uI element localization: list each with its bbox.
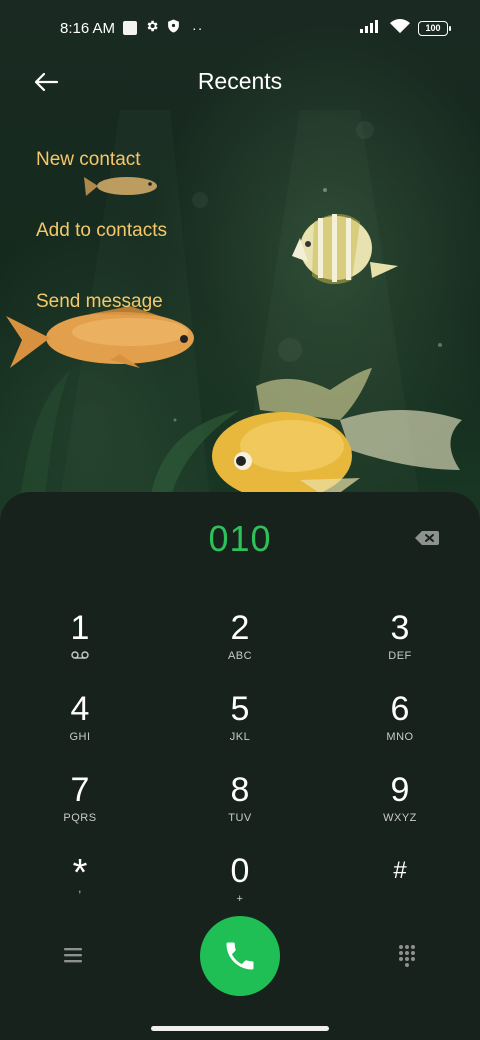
battery-level: 100 bbox=[425, 23, 441, 33]
gear-icon bbox=[145, 19, 159, 37]
dialer-bottom-bar bbox=[0, 914, 480, 996]
key-2[interactable]: 2 ABC bbox=[180, 608, 300, 684]
key-3[interactable]: 3 DEF bbox=[340, 608, 460, 684]
key-digit: 0 bbox=[230, 852, 250, 890]
menu-button[interactable] bbox=[58, 940, 88, 970]
key-digit: # bbox=[393, 857, 407, 884]
key-letters: MNO bbox=[386, 731, 414, 743]
key-digit: 4 bbox=[70, 690, 90, 728]
battery-icon: 100 bbox=[418, 20, 451, 36]
key-letters: TUV bbox=[228, 812, 252, 824]
send-message-link[interactable]: Send message bbox=[36, 288, 167, 359]
notification-square-icon bbox=[123, 21, 138, 35]
key-digit: 8 bbox=[230, 771, 250, 809]
phone-icon bbox=[226, 942, 254, 970]
key-digit: 6 bbox=[390, 690, 410, 728]
key-digit: 1 bbox=[70, 609, 90, 647]
key-4[interactable]: 4 GHI bbox=[20, 689, 140, 765]
hamburger-menu-icon bbox=[64, 948, 82, 963]
wifi-icon bbox=[390, 18, 410, 38]
dialpad-toggle-button[interactable] bbox=[392, 940, 422, 970]
more-dots-icon: ·· bbox=[192, 20, 204, 36]
home-indicator[interactable] bbox=[151, 1026, 329, 1031]
add-to-contacts-link[interactable]: Add to contacts bbox=[36, 217, 167, 288]
shield-icon bbox=[167, 19, 180, 37]
key-letters: JKL bbox=[229, 731, 251, 743]
voicemail-icon bbox=[71, 650, 89, 664]
key-digit: 2 bbox=[230, 609, 250, 647]
backspace-icon bbox=[415, 531, 439, 545]
key-5[interactable]: 5 JKL bbox=[180, 689, 300, 765]
dialed-number: 010 bbox=[208, 518, 272, 559]
new-contact-link[interactable]: New contact bbox=[36, 146, 167, 217]
status-bar: 8:16 AM ·· 100 bbox=[0, 0, 480, 56]
key-digit: 7 bbox=[70, 771, 90, 809]
backspace-button[interactable] bbox=[414, 528, 440, 548]
key-6[interactable]: 6 MNO bbox=[340, 689, 460, 765]
app-header: Recents bbox=[0, 56, 480, 108]
key-letters: ABC bbox=[227, 650, 253, 662]
key-8[interactable]: 8 TUV bbox=[180, 770, 300, 846]
key-digit: 9 bbox=[390, 771, 410, 809]
key-digit: 5 bbox=[230, 690, 250, 728]
key-digit: 3 bbox=[390, 609, 410, 647]
status-time: 8:16 AM bbox=[60, 19, 116, 37]
key-letters: PQRS bbox=[63, 812, 97, 824]
signal-icon bbox=[360, 19, 382, 37]
number-actions: New contact Add to contacts Send message bbox=[36, 146, 167, 359]
key-letters: GHI bbox=[69, 731, 91, 743]
key-letters: , bbox=[78, 883, 82, 895]
key-1[interactable]: 1 bbox=[20, 608, 140, 684]
key-letters: WXYZ bbox=[383, 812, 417, 824]
call-button[interactable] bbox=[200, 916, 280, 996]
key-letters: + bbox=[236, 893, 244, 905]
key-9[interactable]: 9 WXYZ bbox=[340, 770, 460, 846]
dialpad-grid-icon bbox=[399, 945, 415, 967]
key-letters: DEF bbox=[388, 650, 412, 662]
page-title: Recents bbox=[197, 68, 283, 94]
key-7[interactable]: 7 PQRS bbox=[20, 770, 140, 846]
